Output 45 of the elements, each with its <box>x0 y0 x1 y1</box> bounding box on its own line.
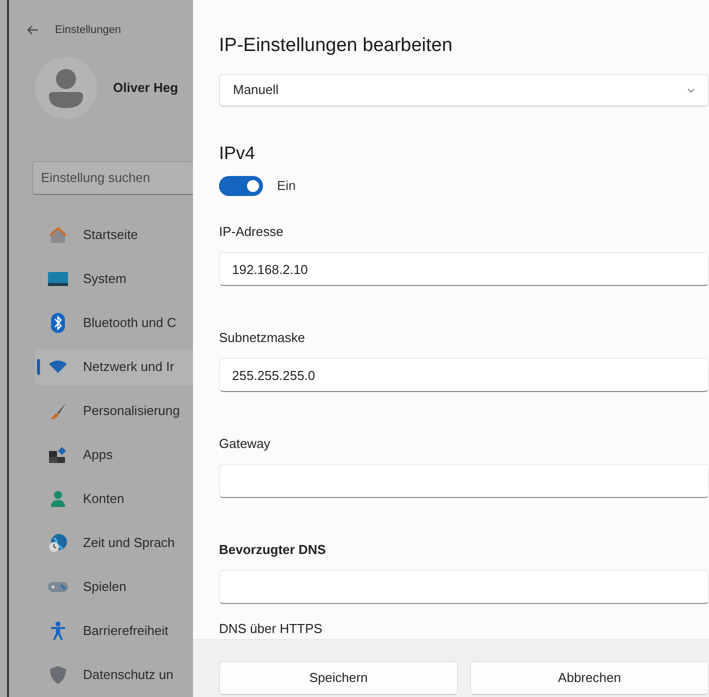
nav-item[interactable]: Datenschutz un <box>35 656 193 692</box>
nav-item[interactable]: System <box>35 260 193 296</box>
input-field[interactable] <box>219 570 709 604</box>
brush-icon <box>49 402 67 420</box>
field-label: Gateway <box>219 435 272 452</box>
app-title: Einstellungen <box>55 23 122 38</box>
user-silhouette-icon <box>49 68 83 108</box>
field-label: DNS über HTTPS <box>219 620 324 638</box>
section-heading: IPv4 <box>219 142 256 162</box>
apps-icon <box>48 446 68 464</box>
input-field[interactable]: 255.255.255.0 <box>219 358 709 392</box>
bluetooth-icon <box>51 312 65 332</box>
mode-dropdown[interactable]: Manuell <box>219 74 709 106</box>
person-icon <box>50 490 66 508</box>
toggle-switch[interactable] <box>219 176 263 196</box>
nav-item[interactable]: Barrierefreiheit <box>35 612 193 648</box>
input-field[interactable] <box>219 464 709 498</box>
field-label: IP-Adresse <box>219 223 284 240</box>
nav-item[interactable]: Netzwerk und Ir <box>35 348 193 384</box>
nav-item[interactable]: Spielen <box>35 568 193 604</box>
shield-icon <box>49 664 67 684</box>
wifi-icon <box>48 360 68 374</box>
dialog-title: IP-Einstellungen bearbeiten <box>219 34 454 58</box>
selection-indicator <box>37 358 40 374</box>
dialog-button[interactable]: Speichern <box>219 661 458 695</box>
dialog-button[interactable]: Abbrechen <box>470 661 709 695</box>
nav-item[interactable]: Apps <box>35 436 193 472</box>
monitor-icon <box>47 270 69 286</box>
nav-item[interactable]: Zeit und Sprach <box>35 524 193 560</box>
nav-item[interactable]: Konten <box>35 480 193 516</box>
field-label: Bevorzugter DNS <box>219 541 327 558</box>
globe-clock-icon <box>48 532 68 552</box>
field-label: Subnetzmaske <box>219 329 306 346</box>
input-field[interactable]: 192.168.2.10 <box>219 252 709 286</box>
nav-item[interactable]: Personalisierung <box>35 392 193 428</box>
back-arrow-icon[interactable] <box>27 25 39 36</box>
house-icon <box>48 226 68 244</box>
nav-item[interactable]: Startseite <box>35 216 193 252</box>
chevron-down-icon <box>687 88 695 92</box>
toggle-label: Ein <box>277 177 296 196</box>
nav-item[interactable]: Bluetooth und C <box>35 304 193 340</box>
user-name: Oliver Heg <box>113 78 178 97</box>
gamepad-icon <box>47 580 69 594</box>
accessibility-icon <box>50 620 66 640</box>
search-field[interactable]: Einstellung suchen <box>32 160 193 194</box>
